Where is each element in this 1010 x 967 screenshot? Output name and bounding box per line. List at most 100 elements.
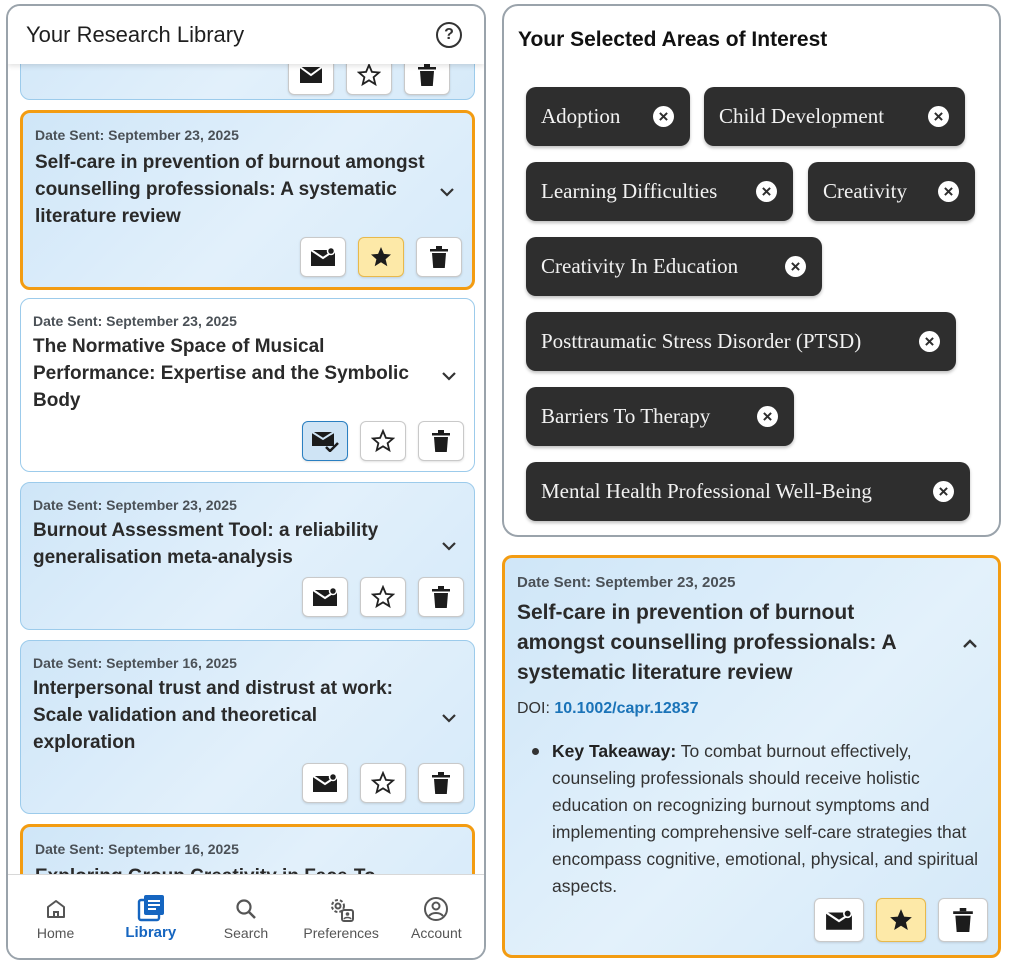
bottom-navigation: Home Library Search Preferences Account bbox=[8, 874, 484, 958]
preferences-icon bbox=[331, 898, 355, 922]
chevron-down-icon[interactable] bbox=[440, 537, 458, 555]
interests-title: Your Selected Areas of Interest bbox=[518, 28, 828, 51]
interest-chip[interactable]: Posttraumatic Stress Disorder (PTSD) bbox=[526, 312, 956, 371]
trash-icon bbox=[432, 430, 450, 452]
star-button[interactable] bbox=[360, 763, 406, 803]
send-email-button[interactable] bbox=[814, 898, 864, 942]
article-card[interactable]: Date Sent: September 23, 2025 Burnout As… bbox=[20, 482, 475, 630]
interests-panel: Your Selected Areas of Interest Adoption… bbox=[502, 4, 1001, 537]
chip-label: Barriers To Therapy bbox=[541, 404, 711, 428]
star-filled-icon bbox=[890, 909, 912, 930]
nav-label: Library bbox=[125, 924, 177, 941]
send-email-button[interactable] bbox=[302, 577, 348, 617]
remove-chip-icon[interactable] bbox=[785, 256, 806, 277]
takeaway-label: Key Takeaway: bbox=[552, 741, 677, 761]
date-sent: Date Sent: September 23, 2025 bbox=[517, 574, 736, 591]
chevron-down-icon[interactable] bbox=[440, 367, 458, 385]
delete-button[interactable] bbox=[416, 237, 462, 277]
article-title: Interpersonal trust and distrust at work… bbox=[33, 678, 393, 753]
email-sent-button[interactable] bbox=[302, 421, 348, 461]
remove-chip-icon[interactable] bbox=[757, 406, 778, 427]
library-screen: Date Sent: September 23, 2025 Self-care … bbox=[6, 4, 486, 960]
chip-label: Posttraumatic Stress Disorder (PTSD) bbox=[541, 329, 862, 353]
account-icon bbox=[424, 896, 449, 921]
article-title: Exploring Group Creativity in Face-To- bbox=[35, 863, 425, 874]
star-button-active[interactable] bbox=[876, 898, 926, 942]
interest-chip[interactable]: Learning Difficulties bbox=[526, 162, 793, 221]
nav-label: Home bbox=[36, 924, 75, 941]
library-icon bbox=[137, 895, 164, 922]
date-sent: Date Sent: September 16, 2025 bbox=[35, 841, 239, 857]
trash-icon bbox=[432, 772, 450, 794]
takeaway-text: To combat burnout effectively, counselin… bbox=[552, 741, 979, 896]
remove-chip-icon[interactable] bbox=[933, 481, 954, 502]
article-card[interactable]: Date Sent: September 23, 2025 The Normat… bbox=[20, 298, 475, 472]
chip-label: Mental Health Professional Well-Being bbox=[541, 479, 872, 503]
date-sent: Date Sent: September 23, 2025 bbox=[35, 127, 239, 143]
trash-icon bbox=[430, 246, 448, 268]
chevron-down-icon[interactable] bbox=[440, 709, 458, 727]
trash-icon bbox=[432, 586, 450, 608]
nav-label: Account bbox=[411, 924, 462, 941]
doi-line: DOI: 10.1002/capr.12837 bbox=[517, 700, 698, 718]
star-button-active[interactable] bbox=[358, 237, 404, 277]
chip-label: Learning Difficulties bbox=[541, 179, 718, 203]
article-card[interactable]: Date Sent: September 16, 2025 Exploring … bbox=[20, 824, 475, 874]
mail-icon bbox=[825, 909, 853, 930]
remove-chip-icon[interactable] bbox=[756, 181, 777, 202]
app-header: Your Research Library ? bbox=[8, 6, 484, 64]
star-filled-icon bbox=[371, 247, 391, 267]
delete-button[interactable] bbox=[938, 898, 988, 942]
star-button[interactable] bbox=[360, 577, 406, 617]
remove-chip-icon[interactable] bbox=[653, 106, 674, 127]
chevron-down-icon[interactable] bbox=[438, 183, 456, 201]
remove-chip-icon[interactable] bbox=[928, 106, 949, 127]
delete-button[interactable] bbox=[418, 421, 464, 461]
interest-chip[interactable]: Adoption bbox=[526, 87, 690, 146]
interest-chip[interactable]: Barriers To Therapy bbox=[526, 387, 794, 446]
page-title: Your Research Library bbox=[26, 22, 245, 47]
send-email-button[interactable] bbox=[300, 237, 346, 277]
home-icon bbox=[46, 899, 65, 918]
article-title: Burnout Assessment Tool: a reliability g… bbox=[33, 520, 379, 568]
interest-chip[interactable]: Creativity bbox=[808, 162, 975, 221]
star-button[interactable] bbox=[360, 421, 406, 461]
delete-button[interactable] bbox=[418, 763, 464, 803]
doi-link[interactable]: 10.1002/capr.12837 bbox=[554, 700, 698, 717]
nav-label: Search bbox=[223, 924, 269, 941]
nav-preferences[interactable]: Preferences bbox=[296, 893, 386, 941]
chevron-up-icon[interactable] bbox=[960, 634, 980, 654]
article-card-expanded[interactable]: Date Sent: September 23, 2025 Self-care … bbox=[502, 555, 1001, 958]
article-list[interactable]: Date Sent: September 23, 2025 Self-care … bbox=[8, 6, 484, 874]
trash-icon bbox=[418, 64, 436, 86]
remove-chip-icon[interactable] bbox=[919, 331, 940, 352]
mail-icon bbox=[310, 247, 336, 266]
nav-library[interactable]: Library bbox=[106, 892, 196, 941]
article-card[interactable]: Date Sent: September 23, 2025 Self-care … bbox=[20, 110, 475, 290]
mail-icon bbox=[299, 66, 323, 83]
star-outline-icon bbox=[371, 771, 395, 795]
date-sent: Date Sent: September 23, 2025 bbox=[33, 497, 237, 513]
key-takeaway: Key Takeaway: To combat burnout effectiv… bbox=[532, 738, 992, 900]
send-email-button[interactable] bbox=[302, 763, 348, 803]
delete-button[interactable] bbox=[418, 577, 464, 617]
star-outline-icon bbox=[371, 585, 395, 609]
article-title: The Normative Space of Musical Performan… bbox=[33, 336, 409, 411]
star-outline-icon bbox=[357, 63, 381, 87]
interest-chip[interactable]: Child Development bbox=[704, 87, 965, 146]
interest-chip[interactable]: Creativity In Education bbox=[526, 237, 822, 296]
article-card[interactable]: Date Sent: September 16, 2025 Interperso… bbox=[20, 640, 475, 814]
mail-icon bbox=[312, 587, 338, 606]
doi-label: DOI: bbox=[517, 700, 550, 717]
chip-label: Creativity bbox=[823, 179, 907, 203]
interest-chip[interactable]: Mental Health Professional Well-Being bbox=[526, 462, 970, 521]
nav-search[interactable]: Search bbox=[201, 893, 291, 941]
star-outline-icon bbox=[371, 429, 395, 453]
mail-icon bbox=[312, 773, 338, 792]
trash-icon bbox=[953, 908, 973, 932]
date-sent: Date Sent: September 16, 2025 bbox=[33, 655, 237, 671]
remove-chip-icon[interactable] bbox=[938, 181, 959, 202]
nav-account[interactable]: Account bbox=[391, 893, 481, 941]
nav-home[interactable]: Home bbox=[11, 893, 101, 941]
help-icon[interactable]: ? bbox=[436, 22, 462, 48]
